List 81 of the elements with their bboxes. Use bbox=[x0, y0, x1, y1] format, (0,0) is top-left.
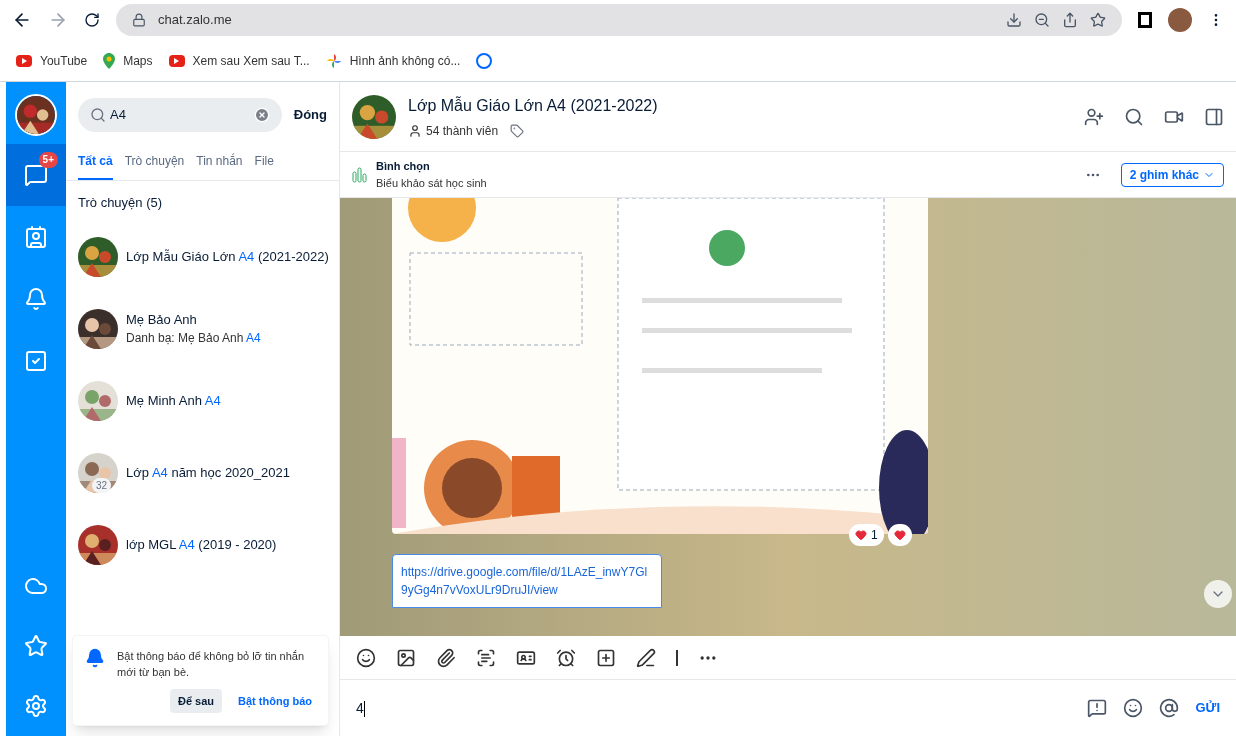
paperclip-icon[interactable] bbox=[436, 647, 456, 668]
conversation-subtitle: Danh bạ: Mẹ Bảo Anh A4 bbox=[126, 330, 261, 348]
share-icon[interactable] bbox=[1062, 12, 1078, 28]
bookmark-star-icon[interactable] bbox=[1090, 12, 1106, 28]
chat-title: Lớp Mẫu Giáo Lớn A4 (2021-2022) bbox=[408, 95, 658, 116]
search-text: A4 bbox=[110, 106, 127, 125]
bell-icon bbox=[85, 647, 105, 668]
download-icon[interactable] bbox=[1006, 12, 1022, 28]
chat-icon bbox=[24, 163, 48, 187]
member-count: 32 bbox=[92, 478, 112, 493]
unread-badge: 5+ bbox=[38, 152, 58, 168]
user-icon bbox=[408, 123, 422, 138]
bell-icon bbox=[24, 287, 48, 311]
play-icon bbox=[16, 54, 32, 67]
reaction-chip[interactable] bbox=[887, 524, 912, 546]
zoom-out-icon[interactable] bbox=[1034, 12, 1050, 28]
bookmark-link[interactable]: Xem sau Xem sau T... bbox=[192, 51, 310, 70]
conversation-item[interactable]: lớp MGL A4 (2019 - 2020) bbox=[66, 508, 339, 581]
map-pin-icon bbox=[103, 52, 116, 69]
conversation-name: lớp MGL A4 (2019 - 2020) bbox=[126, 535, 277, 554]
link[interactable]: https://drive.google.com/file/d/1LAzE_inwY7Gl9yGg4n7vVoxULr9DruJI/view bbox=[401, 563, 653, 599]
conversation-name: Lớp A4 năm học 2020_2021 bbox=[126, 463, 290, 482]
filter-tab[interactable]: Tin nhắn bbox=[196, 152, 243, 180]
pin-title: Bình chọn bbox=[376, 159, 431, 175]
close-search-button[interactable]: Đóng bbox=[293, 105, 327, 125]
task-icon[interactable] bbox=[596, 647, 616, 668]
later-button[interactable]: Để sau bbox=[170, 688, 223, 713]
nav-tab[interactable]: 5+ bbox=[6, 144, 66, 206]
conversation-item[interactable]: Lớp Mẫu Giáo Lớn A4 (2021-2022) bbox=[66, 220, 339, 293]
search-icon bbox=[90, 107, 106, 123]
heart-icon bbox=[855, 529, 867, 541]
star-icon bbox=[24, 634, 48, 658]
text-format-icon[interactable] bbox=[636, 647, 656, 668]
panel-icon[interactable] bbox=[1204, 106, 1224, 127]
lock-icon bbox=[132, 13, 146, 27]
heart-icon bbox=[893, 529, 906, 541]
side-panel-icon[interactable] bbox=[1138, 12, 1152, 28]
clear-icon[interactable] bbox=[253, 107, 270, 123]
zalo-icon[interactable] bbox=[476, 52, 493, 69]
search-icon[interactable] bbox=[1124, 106, 1144, 127]
conversation-item[interactable]: Mẹ Minh Anh A4 bbox=[66, 364, 339, 437]
add-member-icon[interactable] bbox=[1084, 106, 1104, 127]
more-pins-button[interactable]: 2 ghim khác bbox=[1120, 162, 1224, 187]
image-icon[interactable] bbox=[396, 647, 416, 668]
checkbox-icon bbox=[24, 349, 48, 373]
member-count[interactable]: 54 thành viên bbox=[426, 121, 499, 140]
settings-icon bbox=[24, 694, 48, 718]
conversation-item[interactable]: Mẹ Bảo Anh Danh bạ: Mẹ Bảo Anh A4 bbox=[66, 292, 339, 365]
play-icon bbox=[168, 54, 185, 67]
conversation-name: Mẹ Minh Anh A4 bbox=[126, 391, 221, 410]
url-text: chat.zalo.me bbox=[158, 11, 232, 30]
address-bar[interactable]: chat.zalo.me bbox=[116, 4, 1122, 36]
search-field[interactable]: A4 bbox=[78, 98, 282, 132]
send-button[interactable]: GỬI bbox=[1195, 698, 1220, 718]
reaction-chip[interactable]: 1 bbox=[849, 524, 884, 546]
bookmark-link[interactable]: YouTube bbox=[40, 51, 88, 70]
tag-icon[interactable] bbox=[510, 123, 525, 138]
quick-message-icon[interactable] bbox=[1087, 698, 1108, 718]
sticker-icon[interactable] bbox=[356, 647, 376, 668]
bookmark-link[interactable]: Hình ảnh không có... bbox=[349, 51, 461, 70]
filter-tab[interactable]: File bbox=[254, 152, 274, 180]
emoji-icon[interactable] bbox=[1123, 698, 1144, 718]
message-input[interactable]: 4 bbox=[356, 697, 1072, 719]
conversation-item[interactable]: 32 Lớp A4 năm học 2020_2021 bbox=[66, 436, 339, 509]
reload-icon[interactable] bbox=[84, 12, 100, 28]
pinwheel-icon bbox=[325, 52, 342, 69]
profile-avatar[interactable] bbox=[1168, 8, 1192, 32]
enable-notifications-button[interactable]: Bật thông báo bbox=[234, 688, 316, 713]
alarm-clock-icon[interactable] bbox=[556, 647, 576, 668]
mention-icon[interactable] bbox=[1159, 698, 1180, 718]
pin-subtitle: Biểu khảo sát học sinh bbox=[376, 175, 487, 191]
contacts-icon bbox=[24, 225, 48, 249]
filter-tab[interactable]: Tất cả bbox=[78, 152, 113, 180]
conversation-name: Lớp Mẫu Giáo Lớn A4 (2021-2022) bbox=[126, 247, 329, 266]
screenshot-icon[interactable] bbox=[476, 647, 496, 668]
poll-icon bbox=[352, 166, 368, 183]
bookmark-link[interactable]: Maps bbox=[123, 51, 153, 70]
conversation-name: Mẹ Bảo Anh bbox=[126, 310, 198, 329]
filter-tab[interactable]: Trò chuyện bbox=[124, 152, 185, 180]
section-title: Trò chuyện (5) bbox=[77, 194, 164, 212]
notification-text: Bật thông báo để không bỏ lỡ tin nhắn mới từ bạn bè. bbox=[117, 648, 306, 680]
